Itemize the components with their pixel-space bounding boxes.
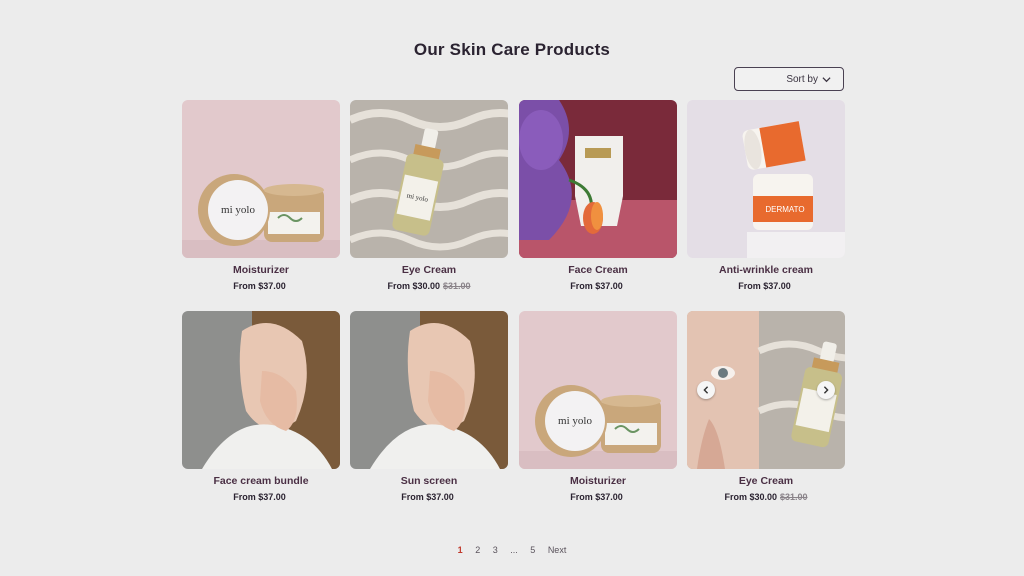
product-image-eye-cream[interactable]: mi yolo — [350, 100, 508, 258]
product-name[interactable]: Sun screen — [350, 475, 508, 487]
product-card-eye-cream[interactable]: mi yolo Eye Cream From $30.00 $31.00 — [350, 100, 508, 291]
page-2-link[interactable]: 2 — [475, 545, 480, 555]
page-1-link[interactable]: 1 — [458, 545, 463, 555]
chevron-left-icon — [702, 386, 710, 394]
product-card-moisturizer[interactable]: mi yolo Moisturizer From $37.00 — [182, 100, 340, 291]
product-image-moisturizer-2[interactable]: mi yolo — [519, 311, 677, 469]
product-name[interactable]: Eye Cream — [350, 264, 508, 276]
product-name[interactable]: Anti-wrinkle cream — [687, 264, 845, 276]
chevron-right-icon — [822, 386, 830, 394]
product-price: From $37.00 — [570, 492, 623, 502]
product-price: From $37.00 — [401, 492, 454, 502]
product-price: From $30.00 $31.00 — [724, 492, 808, 502]
product-name[interactable]: Face Cream — [519, 264, 677, 276]
sort-label: Sort by — [786, 73, 818, 85]
product-image-face-cream-bundle[interactable] — [182, 311, 340, 469]
product-price: From $30.00 $31.00 — [387, 281, 471, 291]
product-price: From $37.00 — [738, 281, 791, 291]
product-card-moisturizer-2[interactable]: mi yolo Moisturizer From $37.00 — [519, 311, 677, 502]
carousel-next-button[interactable] — [817, 381, 835, 399]
chevron-down-icon — [822, 75, 831, 84]
carousel-prev-button[interactable] — [697, 381, 715, 399]
page-3-link[interactable]: 3 — [493, 545, 498, 555]
svg-text:mi yolo: mi yolo — [558, 415, 592, 427]
page-5-link[interactable]: 5 — [530, 545, 535, 555]
product-card-face-cream[interactable]: Face Cream From $37.00 — [519, 100, 677, 291]
page-title: Our Skin Care Products — [413, 40, 611, 59]
product-card-sun-screen[interactable]: Sun screen From $37.00 — [350, 311, 508, 502]
product-image-moisturizer[interactable]: mi yolo — [182, 100, 340, 258]
product-name[interactable]: Moisturizer — [519, 475, 677, 487]
product-price: From $37.00 — [570, 281, 623, 291]
sort-button[interactable]: Sort by — [734, 67, 844, 91]
product-image-face-cream[interactable] — [519, 100, 677, 258]
product-image-anti-wrinkle-cream[interactable]: DERMATO — [687, 100, 845, 258]
brand-text: mi yolo — [221, 204, 255, 216]
product-image-eye-cream-2[interactable] — [687, 311, 845, 469]
product-price: From $37.00 — [233, 492, 286, 502]
pagination-ellipsis: ... — [510, 545, 518, 555]
product-name[interactable]: Face cream bundle — [182, 475, 340, 487]
product-image-sun-screen[interactable] — [350, 311, 508, 469]
product-name[interactable]: Moisturizer — [182, 264, 340, 276]
product-card-eye-cream-2[interactable]: Eye Cream From $30.00 $31.00 — [687, 311, 845, 502]
product-card-face-cream-bundle[interactable]: Face cream bundle From $37.00 — [182, 311, 340, 502]
svg-text:DERMATO: DERMATO — [765, 205, 804, 214]
pagination: 1 2 3 ... 5 Next — [0, 545, 1024, 555]
product-card-anti-wrinkle-cream[interactable]: DERMATO Anti-wrinkle cream From $37.00 — [687, 100, 845, 291]
next-page-link[interactable]: Next — [548, 545, 567, 555]
product-price: From $37.00 — [233, 281, 286, 291]
product-name[interactable]: Eye Cream — [687, 475, 845, 487]
